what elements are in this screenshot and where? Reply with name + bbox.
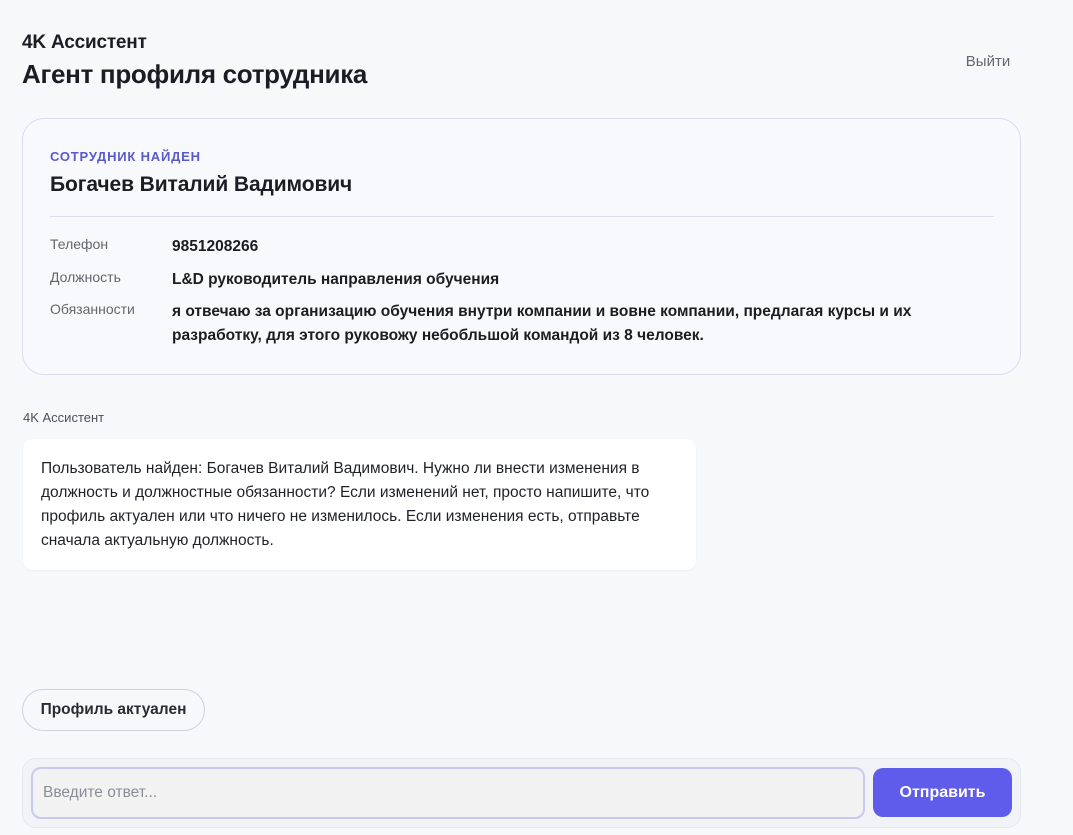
logout-button[interactable]: Выйти [956,49,1020,73]
assistant-message-text: Пользователь найден: Богачев Виталий Вад… [41,460,650,549]
answer-input[interactable] [31,767,865,819]
duties-value: я отвечаю за организацию обучения внутри… [172,303,912,344]
app-name: 4K Ассистент [22,32,147,53]
quick-reply-profile-actual-button[interactable]: Профиль актуален [22,689,205,731]
employee-name: Богачев Виталий Вадимович [50,173,353,196]
page-title: Агент профиля сотрудника [22,59,368,89]
position-label: Должность [50,269,121,285]
app: 4K Ассистент Агент профиля сотрудника Вы… [0,0,1073,835]
duties-label: Обязанности [50,301,135,317]
send-button[interactable]: Отправить [873,768,1012,817]
card-divider [50,216,994,217]
employee-found-label: СОТРУДНИК НАЙДЕН [50,149,201,164]
phone-value: 9851208266 [172,238,259,255]
phone-label: Телефон [50,236,109,252]
assistant-message: Пользователь найден: Богачев Виталий Вад… [23,439,696,570]
composer: Отправить [22,758,1021,828]
employee-card: СОТРУДНИК НАЙДЕН Богачев Виталий Вадимов… [22,118,1021,375]
position-value: L&D руководитель направления обучения [172,271,500,288]
message-sender: 4K Ассистент [23,410,105,425]
